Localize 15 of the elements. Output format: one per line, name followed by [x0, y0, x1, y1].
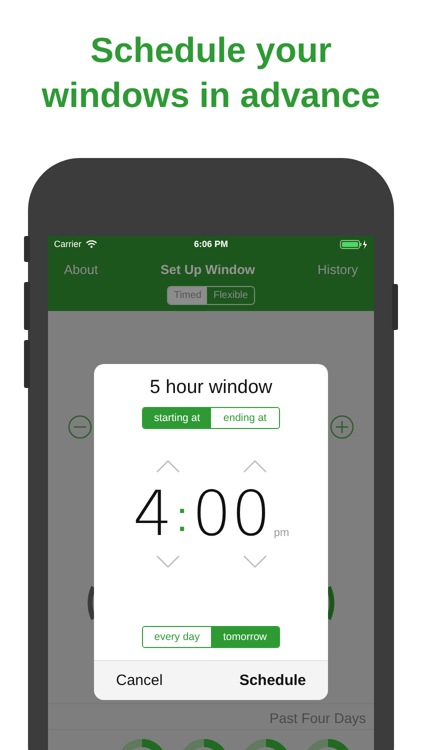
hour-value: 4	[132, 483, 172, 545]
segment-option[interactable]: tomorrow	[211, 627, 279, 647]
history-link[interactable]: History	[318, 262, 358, 276]
about-link[interactable]: About	[64, 262, 98, 276]
segment-option[interactable]: starting at	[143, 408, 211, 428]
dialog-title: 5 hour window	[150, 377, 272, 399]
meridiem-label: pm	[274, 527, 290, 541]
minute-value: 00	[192, 483, 271, 545]
schedule-button[interactable]: Schedule	[239, 672, 306, 689]
status-time: 6:06 PM	[194, 239, 228, 249]
headline: Schedule your windows in advance	[40, 30, 382, 117]
time-separator: :	[176, 492, 188, 542]
cancel-button[interactable]: Cancel	[116, 672, 163, 689]
nav-title: Set Up Window	[160, 262, 256, 276]
carrier-label: Carrier	[54, 239, 82, 249]
